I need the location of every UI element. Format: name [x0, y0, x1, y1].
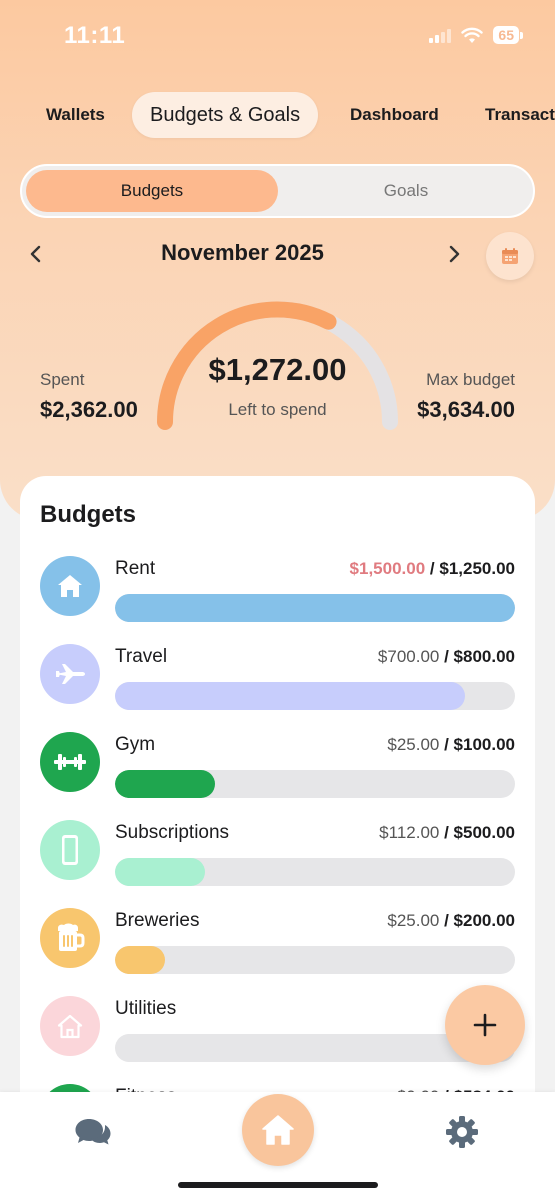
- budget-separator: /: [439, 823, 454, 842]
- segment-budgets[interactable]: Budgets: [26, 170, 278, 212]
- budget-progress-fill: [115, 594, 515, 622]
- budget-amount: $1,500.00 / $1,250.00: [350, 559, 515, 579]
- bottom-nav: [0, 1092, 555, 1200]
- max-budget-label: Max budget: [426, 370, 515, 389]
- budget-max: $1,250.00: [439, 559, 515, 578]
- left-to-spend-label: Left to spend: [228, 400, 327, 419]
- budget-progress-track: [115, 946, 515, 974]
- budget-progress-track: [115, 594, 515, 622]
- spent-value: $2,362.00: [40, 397, 138, 422]
- wifi-icon: [461, 27, 484, 43]
- budgets-goals-segment: Budgets Goals: [20, 164, 535, 218]
- budget-separator: /: [439, 911, 454, 930]
- budget-spent: $112.00: [379, 823, 440, 842]
- budget-row-breweries[interactable]: Breweries $25.00 / $200.00: [20, 908, 535, 996]
- budget-max: $800.00: [453, 647, 515, 666]
- budgets-card: Budgets Rent $1,500.00 / $1,250.00 Travel $…: [20, 476, 535, 1176]
- budget-progress-track: [115, 682, 515, 710]
- airplane-icon: [40, 644, 100, 704]
- left-to-spend-amount: $1,272.00: [208, 352, 347, 387]
- house-icon: [40, 556, 100, 616]
- home-nav-button[interactable]: [242, 1094, 314, 1166]
- budget-row-gym[interactable]: Gym $25.00 / $100.00: [20, 732, 535, 820]
- beer-mug-icon: [40, 908, 100, 968]
- cellular-signal-icon: [429, 27, 452, 43]
- budgets-card-title: Budgets: [40, 501, 136, 528]
- budget-row-travel[interactable]: Travel $700.00 / $800.00: [20, 644, 535, 732]
- budget-name: Travel: [115, 646, 168, 667]
- budget-name: Breweries: [115, 910, 200, 931]
- budget-separator: /: [439, 735, 454, 754]
- gear-icon[interactable]: [444, 1114, 480, 1150]
- budget-name: Subscriptions: [115, 822, 230, 843]
- status-bar: 11:11 65: [0, 0, 555, 70]
- budget-progress-fill: [115, 946, 165, 974]
- chat-bubbles-icon[interactable]: [75, 1114, 111, 1150]
- spent-label: Spent: [40, 370, 85, 389]
- budget-amount: $112.00 / $500.00: [379, 823, 515, 843]
- home-indicator: [178, 1182, 378, 1188]
- budget-separator: /: [439, 647, 454, 666]
- top-tab-bar: Wallets Budgets & Goals Dashboard Transa…: [0, 92, 555, 140]
- tab-dashboard[interactable]: Dashboard: [350, 92, 439, 138]
- home-icon: [262, 1115, 294, 1145]
- budget-spent: $25.00: [387, 735, 440, 754]
- budget-row-subscriptions[interactable]: Subscriptions $112.00 / $500.00: [20, 820, 535, 908]
- budget-progress-track: [115, 858, 515, 886]
- tab-wallets[interactable]: Wallets: [46, 92, 105, 138]
- segment-goals[interactable]: Goals: [280, 170, 532, 212]
- budget-max: $500.00: [453, 823, 515, 842]
- dumbbell-icon: [40, 732, 100, 792]
- chevron-right-icon[interactable]: [446, 244, 462, 264]
- budget-name: Rent: [115, 558, 156, 579]
- budget-row-rent[interactable]: Rent $1,500.00 / $1,250.00: [20, 556, 535, 644]
- month-label: November 2025: [161, 240, 324, 265]
- house-outline-icon: [40, 996, 100, 1056]
- status-icons: 65: [429, 26, 523, 44]
- budget-progress-fill: [115, 858, 205, 886]
- plus-icon: [473, 1013, 497, 1037]
- budget-amount: $700.00 / $800.00: [378, 647, 515, 667]
- budget-separator: /: [425, 559, 440, 578]
- budget-spent: $1,500.00: [349, 559, 426, 578]
- budget-amount: $25.00 / $200.00: [387, 911, 515, 931]
- budget-progress-fill: [115, 770, 215, 798]
- phone-icon: [40, 820, 100, 880]
- budget-max: $200.00: [453, 911, 515, 930]
- max-budget-value: $3,634.00: [417, 397, 515, 422]
- battery-indicator: 65: [493, 26, 523, 44]
- status-time: 11:11: [64, 22, 126, 49]
- tab-transactions[interactable]: Transact: [485, 92, 555, 138]
- budget-progress-fill: [115, 682, 465, 710]
- month-selector: November 2025: [0, 230, 555, 280]
- calendar-icon: [502, 248, 518, 264]
- budget-amount: $25.00 / $100.00: [387, 735, 515, 755]
- budget-name: Utilities: [115, 998, 177, 1019]
- tab-budgets-goals[interactable]: Budgets & Goals: [132, 92, 319, 138]
- budget-max: $100.00: [453, 735, 515, 754]
- budget-name: Gym: [115, 734, 156, 755]
- budget-progress-track: [115, 770, 515, 798]
- add-budget-button[interactable]: [445, 985, 525, 1065]
- calendar-button[interactable]: [486, 232, 534, 280]
- budget-spent: $700.00: [377, 647, 440, 666]
- budget-spent: $25.00: [387, 911, 440, 930]
